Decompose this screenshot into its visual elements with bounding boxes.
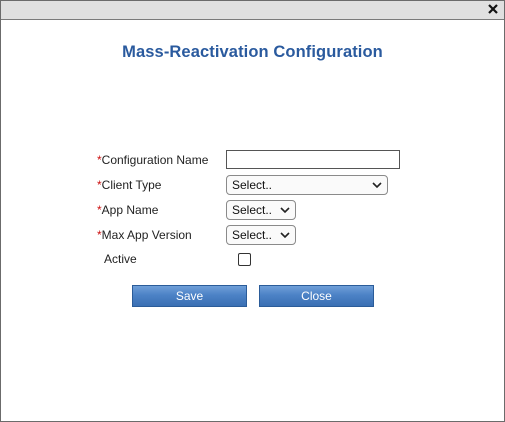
client-type-label-text: Client Type: [101, 178, 162, 192]
save-button[interactable]: Save: [132, 285, 247, 307]
close-button[interactable]: Close: [259, 285, 374, 307]
active-label-text: Active: [104, 252, 137, 266]
configuration-name-label-text: Configuration Name: [101, 153, 209, 167]
max-app-version-label: *Max App Version: [97, 225, 192, 245]
configuration-name-label: *Configuration Name: [97, 150, 208, 170]
max-app-version-select[interactable]: Select..: [226, 225, 296, 245]
dialog-title-bar: [1, 1, 504, 20]
max-app-version-selected-value: Select..: [232, 228, 273, 242]
active-label: Active: [104, 249, 137, 269]
client-type-selected-value: Select..: [232, 178, 273, 192]
close-icon[interactable]: [486, 2, 500, 16]
app-name-label: *App Name: [97, 200, 158, 220]
mass-reactivation-dialog: Mass-Reactivation Configuration *Configu…: [0, 0, 505, 422]
chevron-down-icon: [280, 207, 290, 214]
configuration-name-input[interactable]: [226, 150, 400, 169]
app-name-label-text: App Name: [101, 203, 159, 217]
app-name-select[interactable]: Select..: [226, 200, 296, 220]
active-checkbox[interactable]: [238, 253, 251, 266]
max-app-version-label-text: Max App Version: [101, 228, 192, 242]
app-name-selected-value: Select..: [232, 203, 273, 217]
client-type-select[interactable]: Select..: [226, 175, 388, 195]
dialog-title: Mass-Reactivation Configuration: [122, 43, 383, 61]
client-type-label: *Client Type: [97, 175, 161, 195]
chevron-down-icon: [372, 182, 382, 189]
chevron-down-icon: [280, 232, 290, 239]
